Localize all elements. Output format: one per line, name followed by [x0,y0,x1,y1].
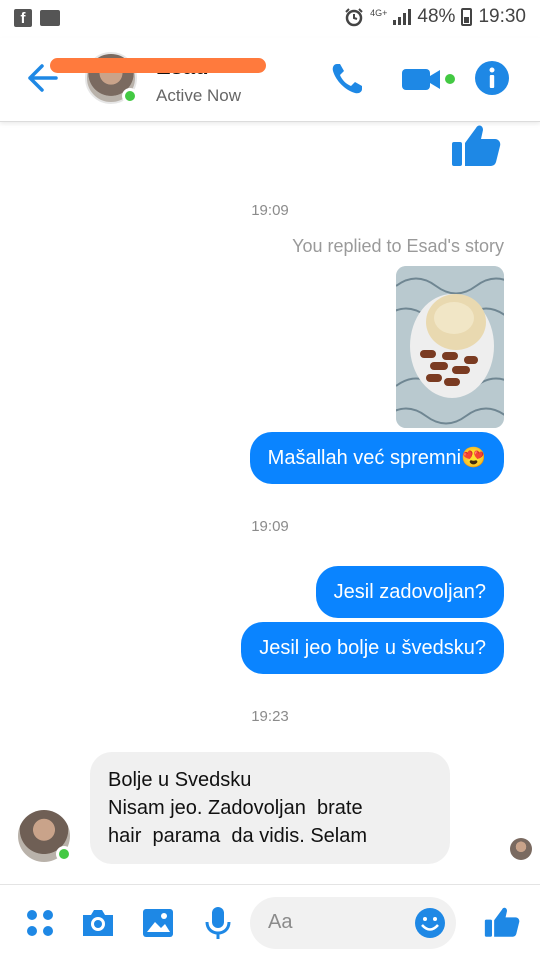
message-line: Bolje u Svedsku [108,769,252,791]
message-line: Nisam jeo. Zadovoljan brate [108,797,363,819]
alarm-icon [345,8,363,27]
sent-message[interactable]: Jesil jeo bolje u švedsku? [241,622,504,674]
more-actions-icon[interactable] [22,905,58,941]
received-message[interactable]: Bolje u Svedsku Nisam jeo. Zadovoljan br… [90,752,450,864]
gallery-icon[interactable] [140,905,176,941]
story-reply-note: You replied to Esad's story [292,236,504,256]
like-thumbs-up-icon[interactable] [482,901,522,941]
presence-status: Active Now [156,86,242,105]
info-icon[interactable] [474,60,510,96]
timestamp: 19:23 [251,708,289,725]
battery-icon [461,8,473,26]
heart-eyes-emoji: 😍 [461,447,486,469]
notification-icons: f [14,9,60,27]
message-composer: Aa [0,884,540,960]
online-indicator [56,846,72,862]
camera-icon[interactable] [80,905,116,941]
system-indicators: 4G+ 48% 19:30 [344,6,526,28]
message-text: Mašallah već spremni [267,447,462,469]
sent-message[interactable]: Mašallah već spremni😍 [249,432,504,484]
video-call-icon[interactable] [400,60,460,98]
phone-call-icon[interactable] [328,60,366,98]
sent-message[interactable]: Jesil zadovoljan? [315,566,504,618]
message-text: Jesil zadovoljan? [333,581,486,603]
food-photo-image [396,266,504,428]
microphone-icon[interactable] [200,905,236,941]
status-bar: f 4G+ 48% 19:30 [0,0,540,38]
message-text: Jesil jeo bolje u švedsku? [259,637,486,659]
thumbs-up-icon [452,125,501,166]
story-thumbnail[interactable] [396,266,504,428]
clock: 19:30 [478,6,526,27]
timestamp: 19:09 [251,202,289,219]
emoji-icon[interactable] [414,907,446,939]
signal-icon [393,9,412,25]
message-input-placeholder: Aa [268,911,293,933]
online-indicator [122,88,138,104]
name-redaction-mark [50,58,266,73]
conversation-header: Esad Active Now [0,38,540,122]
battery-percent: 48% [417,6,456,27]
timestamp: 19:09 [251,518,289,535]
facebook-notification-icon: f [14,9,32,27]
seen-receipt-avatar [510,838,532,860]
network-type: 4G+ [370,8,388,18]
message-input[interactable]: Aa [250,897,456,949]
message-line: hair parama da vidis. Selam [108,825,368,847]
folder-notification-icon [40,10,60,26]
